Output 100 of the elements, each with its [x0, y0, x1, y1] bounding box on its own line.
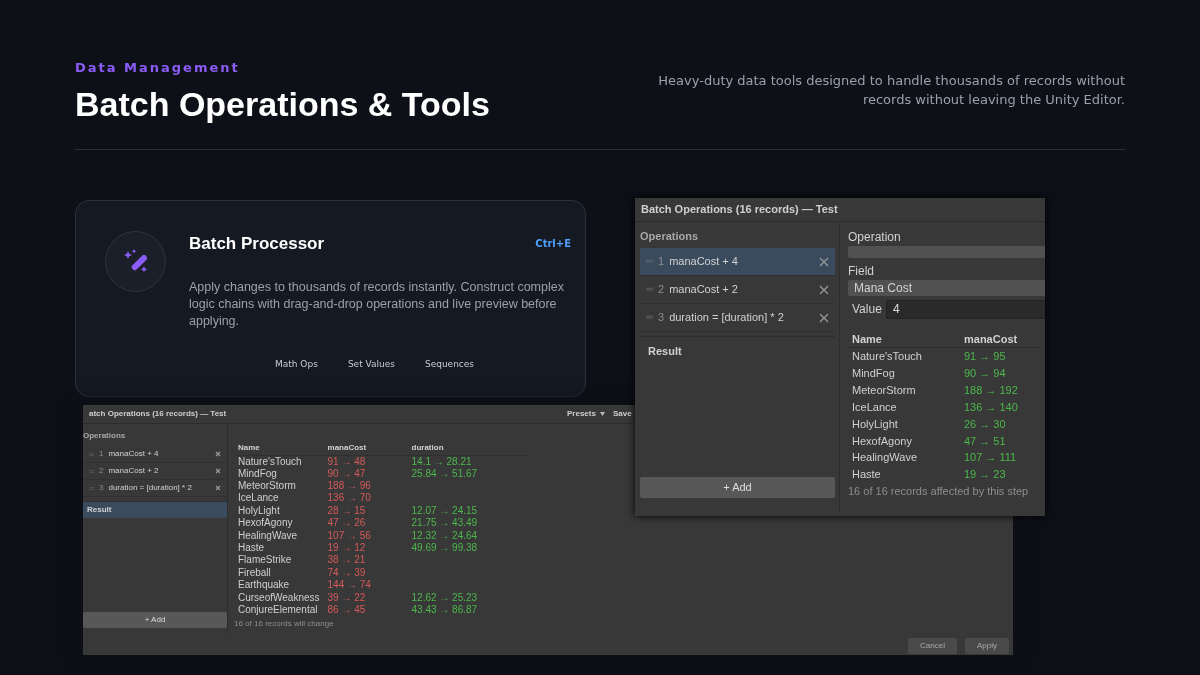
table-cell-text: Fireball	[237, 566, 272, 579]
feature-tag: Sequences	[424, 357, 474, 371]
card-description: Apply changes to thousands of records instantly. Construct complex logic chains with drag-and-drop operations and live preview before applying.	[189, 278, 565, 330]
close-icon[interactable]	[819, 284, 829, 295]
field-dropdown[interactable]: Mana Cost	[848, 279, 1045, 296]
operation-row[interactable]: 2 manaCost + 2	[83, 463, 227, 480]
close-icon[interactable]	[215, 468, 221, 474]
table-cell: 91 → 95	[960, 347, 1040, 365]
table-cell: 91 → 48	[323, 455, 408, 468]
table-cell-text: 90 → 94	[963, 365, 1007, 381]
table-cell-text: 12.32 → 24.64	[410, 529, 479, 542]
table-cell-text: HexofAgony	[237, 517, 294, 530]
table-cell-text: 19 → 23	[963, 467, 1007, 483]
step-number: 1	[658, 254, 665, 270]
operation-text: manaCost + 2	[108, 465, 160, 477]
close-icon[interactable]	[819, 256, 829, 267]
operation-text: duration = [duration] * 2	[108, 482, 193, 494]
panel-label: Operations	[83, 430, 127, 442]
table-cell-text: 136 → 70	[326, 492, 372, 505]
table-cell-text: 19 → 12	[326, 541, 367, 555]
table-cell-text: 107 → 111	[963, 450, 1018, 466]
drag-handle-icon	[646, 259, 653, 264]
section-label: Data Management	[75, 59, 241, 77]
table-cell-text: CurseofWeakness	[237, 591, 321, 604]
operation-row[interactable]: 3 duration = [duration] * 2	[640, 304, 835, 332]
table-cell-text: Haste	[237, 541, 266, 555]
table-cell-text: HealingWave	[237, 529, 299, 542]
table-cell-text: 43.43 → 86.87	[410, 603, 479, 617]
dialog-button[interactable]: Apply	[965, 638, 1009, 654]
step-number: 2	[658, 282, 665, 298]
table-cell-text: IceLance	[851, 399, 898, 415]
table-cell-text: 47 → 26	[326, 517, 367, 530]
table-cell-text: MindFog	[851, 365, 896, 381]
status-text: 16 of 16 records will change	[234, 618, 334, 630]
table-cell-text: 12.07 → 24.15	[410, 504, 479, 518]
feature-tag: Math Ops	[275, 357, 318, 371]
table-cell-text: 74 → 39	[326, 566, 367, 579]
table-cell-text: 144 → 74	[326, 579, 372, 592]
toolbar-button[interactable]: Presets	[567, 408, 596, 420]
operation-row[interactable]: 1 manaCost + 4	[83, 446, 227, 463]
dialog-button[interactable]: Cancel	[908, 638, 957, 654]
table-cell-text: 39 → 22	[326, 591, 367, 604]
close-icon[interactable]	[215, 485, 221, 491]
card-title: Batch Processor	[189, 233, 325, 255]
table-cell-text: 136 → 140	[963, 399, 1019, 415]
operation-row[interactable]: 3 duration = [duration] * 2	[83, 480, 227, 497]
table-cell-text: HealingWave	[851, 450, 918, 466]
operation-text: manaCost + 2	[669, 282, 739, 298]
table-cell-text: Earthquake	[237, 579, 291, 592]
drag-handle-icon	[646, 315, 653, 320]
add-button[interactable]: + Add	[83, 612, 227, 628]
window-title: Batch Operations (16 records) — Test	[641, 202, 838, 217]
column-header: duration	[407, 442, 528, 455]
table-cell-text: Haste	[851, 467, 882, 483]
table-cell-text: 12.62 → 25.23	[410, 591, 479, 604]
operation-text: manaCost + 4	[669, 254, 739, 270]
table-cell-text: 90 → 47	[326, 467, 367, 480]
field-label: Value	[851, 301, 883, 319]
result-row[interactable]: Result	[640, 336, 835, 366]
table-cell-text: MeteorStorm	[237, 479, 297, 493]
table-cell-text: 188 → 192	[963, 382, 1019, 398]
table-cell-text: 25.84 → 51.67	[410, 467, 479, 480]
value-input[interactable]: 4	[886, 299, 1045, 319]
table-cell-text: 86 → 45	[326, 603, 367, 617]
operation-text: duration = [duration] * 2	[669, 310, 785, 326]
table-cell-text: MindFog	[237, 467, 278, 480]
column-header: manaCost	[960, 330, 1040, 348]
operation-row[interactable]: 1 manaCost + 4	[640, 248, 835, 276]
table-cell-text: 21.75 → 43.49	[410, 517, 479, 530]
field-label: Operation	[848, 228, 902, 246]
shortcut-label: Ctrl+E	[535, 237, 571, 252]
column-header: Name	[848, 330, 960, 348]
step-number: 3	[99, 482, 104, 494]
close-icon[interactable]	[819, 312, 829, 323]
page-subtitle: Heavy-duty data tools designed to handle thousands of records without records without leaving the Unity Editor.	[657, 71, 1125, 109]
add-button[interactable]: + Add	[640, 477, 835, 498]
table-cell-text: 188 → 96	[326, 479, 372, 493]
step-number: 3	[658, 310, 665, 326]
table-cell-text: IceLance	[237, 492, 280, 505]
result-row[interactable]: Result	[83, 501, 227, 518]
table-cell-text: 49.69 → 99.38	[410, 541, 479, 555]
table-cell: 14.1 → 28.21	[407, 455, 528, 468]
step-number: 2	[99, 465, 104, 477]
table-cell-text: 38 → 21	[326, 554, 367, 567]
table-cell-text: FlameStrike	[237, 554, 293, 567]
drag-handle-icon	[646, 287, 653, 292]
table-cell-text: HexofAgony	[851, 433, 913, 449]
column-header: Name	[234, 442, 324, 455]
table-cell-text: HolyLight	[851, 416, 899, 432]
table-cell-text: 107 → 56	[326, 529, 372, 542]
close-icon[interactable]	[215, 451, 221, 457]
table-cell: Nature'sTouch	[848, 347, 960, 365]
table-cell-text: ConjureElemental	[237, 603, 319, 617]
toolbar-button[interactable]: Save	[612, 408, 632, 420]
table-cell-text: HolyLight	[237, 504, 281, 518]
step-number: 1	[99, 448, 104, 460]
table-cell-text: 47 → 51	[963, 433, 1007, 449]
operation-row[interactable]: 2 manaCost + 2	[640, 276, 835, 304]
table-cell-text: 28 → 15	[326, 504, 367, 518]
panel-label: Operations	[640, 228, 700, 244]
